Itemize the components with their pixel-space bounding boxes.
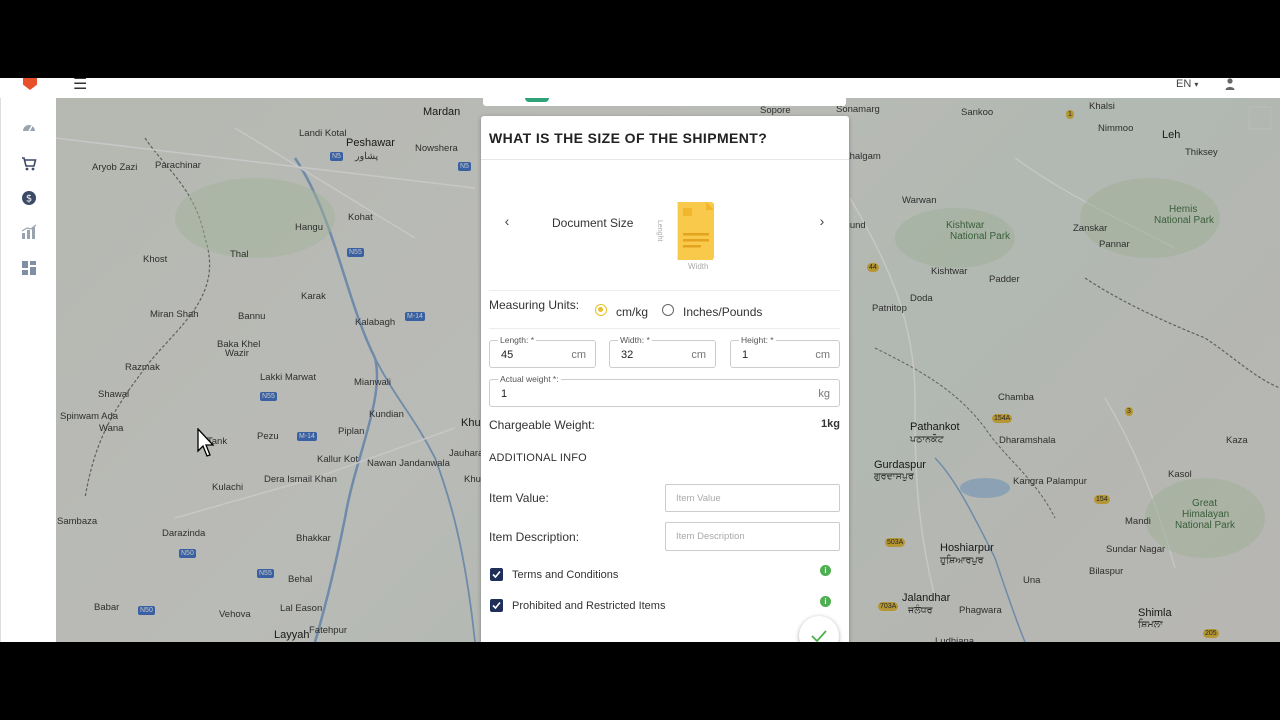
width-unit: cm bbox=[691, 349, 706, 361]
previous-card-edge bbox=[483, 98, 846, 106]
radio-inches-pounds-label[interactable]: Inches/Pounds bbox=[683, 305, 762, 319]
dialog-title: WHAT IS THE SIZE OF THE SHIPMENT? bbox=[489, 130, 768, 146]
prohibited-info-icon[interactable]: i bbox=[820, 596, 831, 607]
dollar-icon[interactable]: $ bbox=[21, 190, 37, 206]
top-bar: ☰ EN ▾ bbox=[0, 78, 1280, 98]
confirm-button[interactable] bbox=[799, 616, 839, 642]
sidebar: $ bbox=[0, 98, 56, 642]
user-icon[interactable] bbox=[1223, 78, 1237, 91]
length-value: 45 bbox=[501, 349, 514, 361]
actual-weight-label: Actual weight *: bbox=[498, 374, 561, 384]
radio-cm-kg-label[interactable]: cm/kg bbox=[616, 305, 648, 319]
chevron-right-icon[interactable]: › bbox=[816, 213, 828, 229]
height-label: Height: * bbox=[739, 335, 776, 345]
title-divider bbox=[481, 159, 849, 160]
terms-info-icon[interactable]: i bbox=[820, 565, 831, 576]
menu-icon[interactable]: ☰ bbox=[73, 78, 87, 93]
item-description-input[interactable] bbox=[665, 522, 840, 551]
item-value-input[interactable] bbox=[665, 484, 840, 512]
package-type-label: Document Size bbox=[552, 216, 634, 230]
prohibited-items-label[interactable]: Prohibited and Restricted Items bbox=[512, 600, 665, 612]
mouse-cursor-icon bbox=[197, 428, 215, 457]
cart-icon[interactable] bbox=[21, 156, 37, 172]
check-icon bbox=[492, 601, 501, 610]
map-fullscreen-icon[interactable] bbox=[1248, 106, 1272, 130]
height-field[interactable]: Height: * 1 cm bbox=[730, 335, 840, 368]
chargeable-weight-value: 1kg bbox=[821, 418, 840, 430]
chevron-down-icon: ▾ bbox=[1194, 80, 1199, 89]
chargeable-weight-label: Chargeable Weight: bbox=[489, 418, 595, 432]
width-axis-label: Width bbox=[688, 262, 709, 271]
document-icon: Lenght Width bbox=[656, 202, 725, 272]
length-label: Length: * bbox=[498, 335, 537, 345]
terms-label[interactable]: Terms and Conditions bbox=[512, 569, 618, 581]
chevron-left-icon[interactable]: ‹ bbox=[501, 213, 513, 229]
logo-icon bbox=[23, 78, 37, 90]
language-label: EN bbox=[1176, 78, 1192, 90]
prohibited-items-checkbox[interactable] bbox=[490, 599, 503, 612]
check-icon bbox=[811, 630, 827, 642]
terms-checkbox[interactable] bbox=[490, 568, 503, 581]
width-field[interactable]: Width: * 32 cm bbox=[609, 335, 716, 368]
measuring-units-label: Measuring Units: bbox=[489, 298, 580, 312]
check-icon bbox=[492, 570, 501, 579]
dashboard-gauge-icon[interactable] bbox=[21, 120, 37, 136]
width-value: 32 bbox=[621, 349, 634, 361]
length-unit: cm bbox=[571, 349, 586, 361]
svg-text:$: $ bbox=[26, 194, 32, 205]
item-value-label: Item Value: bbox=[489, 491, 549, 505]
radio-inches-pounds[interactable] bbox=[662, 304, 674, 316]
step-indicator bbox=[525, 98, 549, 102]
actual-weight-unit: kg bbox=[818, 388, 830, 400]
units-divider bbox=[489, 328, 840, 329]
width-label: Width: * bbox=[618, 335, 652, 345]
length-field[interactable]: Length: * 45 cm bbox=[489, 335, 596, 368]
shipment-size-dialog: WHAT IS THE SIZE OF THE SHIPMENT? ‹ Docu… bbox=[481, 116, 849, 642]
additional-info-heading: ADDITIONAL INFO bbox=[489, 452, 587, 464]
height-unit: cm bbox=[815, 349, 830, 361]
analytics-chart-icon[interactable] bbox=[21, 224, 37, 240]
carousel-divider bbox=[489, 290, 840, 291]
length-axis-label: Lenght bbox=[656, 220, 663, 242]
actual-weight-value: 1 bbox=[501, 388, 508, 400]
item-description-label: Item Description: bbox=[489, 530, 580, 544]
height-value: 1 bbox=[742, 349, 749, 361]
language-selector[interactable]: EN ▾ bbox=[1176, 78, 1198, 91]
grid-dashboard-icon[interactable] bbox=[21, 260, 37, 276]
radio-cm-kg[interactable] bbox=[595, 304, 607, 316]
actual-weight-field[interactable]: Actual weight *: 1 kg bbox=[489, 374, 840, 407]
app-window: ☰ EN ▾ $ Mardan Peshawar پشاور Landi Kot… bbox=[0, 78, 1280, 642]
